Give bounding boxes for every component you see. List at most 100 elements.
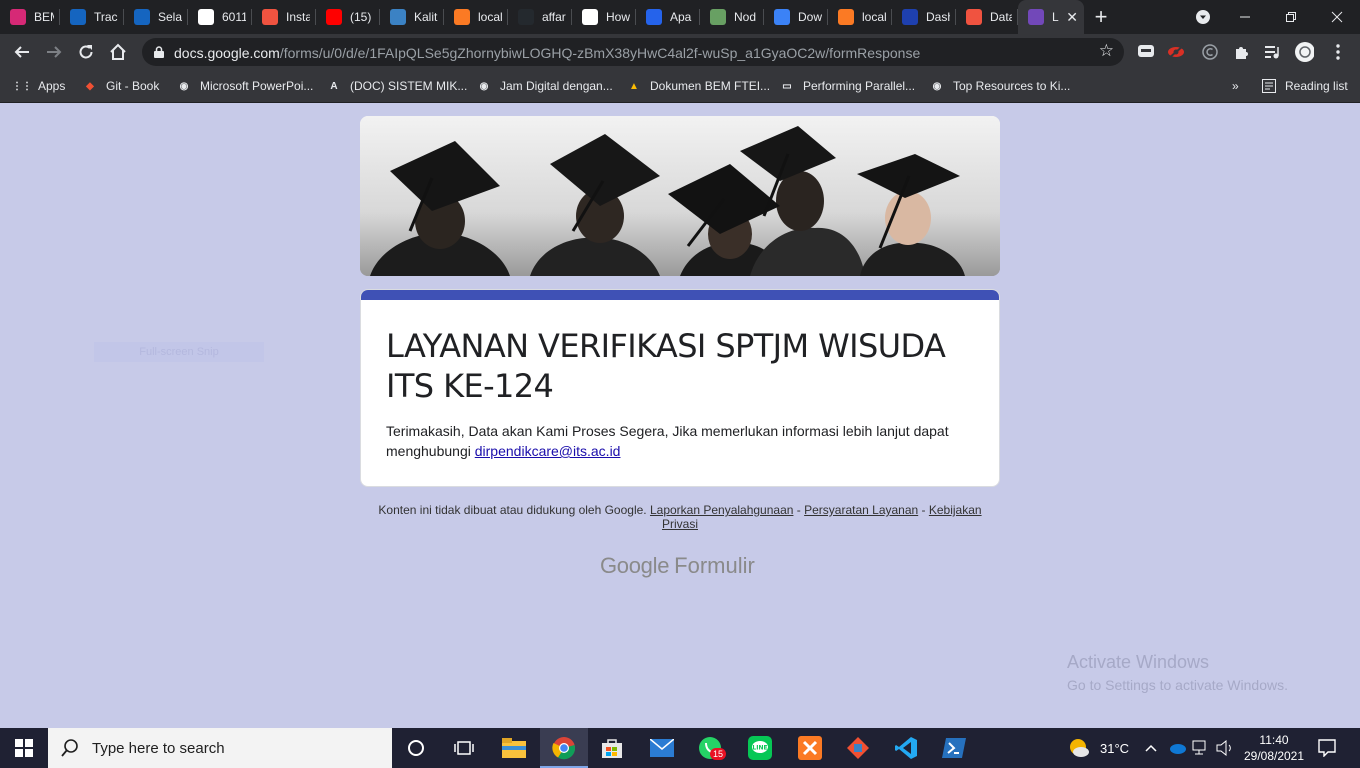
xampp-icon[interactable] [786, 728, 834, 768]
its-icon [134, 9, 150, 25]
confirmation-message: Terimakasih, Data akan Kami Proses Seger… [386, 421, 981, 461]
globe-icon: ◉ [479, 80, 489, 92]
browser-tab[interactable]: Insta [252, 0, 316, 34]
bookmark-item[interactable]: A (DOC) SISTEM MIK... [326, 76, 467, 96]
vscode-icon[interactable] [882, 728, 930, 768]
bookmark-item[interactable]: ▭ Performing Parallel... [779, 76, 915, 96]
eye-off-extension-icon[interactable] [1166, 42, 1186, 62]
google-forms-logo[interactable]: Google Formulir [600, 553, 755, 579]
browser-tab[interactable]: L ✕ [1018, 0, 1084, 34]
browser-tab[interactable]: Dow [764, 0, 828, 34]
report-abuse-link[interactable]: Laporkan Penyalahgunaan [650, 503, 793, 517]
bookmark-item[interactable]: ◉ Microsoft PowerPoi... [176, 76, 314, 96]
globe-icon [582, 9, 598, 25]
xampp-icon [838, 9, 854, 25]
whatsapp-badge: 15 [710, 748, 727, 760]
restore-icon[interactable] [1268, 0, 1314, 34]
git-gui-icon[interactable] [834, 728, 882, 768]
new-tab-button[interactable]: + [1084, 0, 1118, 34]
browser-tab[interactable]: Track [60, 0, 124, 34]
windows-taskbar: Type here to search 15 LINE 31°C 11:40 2… [0, 728, 1360, 768]
terms-link[interactable]: Persyaratan Layanan [804, 503, 918, 517]
snip-tooltip: Full-screen Snip [94, 342, 264, 362]
start-button[interactable] [0, 728, 48, 768]
bookmarks-more-button[interactable]: » [1232, 76, 1239, 96]
git-icon: ◆ [86, 80, 94, 92]
line-extension-icon[interactable] [1136, 42, 1156, 62]
browser-tab[interactable]: Nod [700, 0, 764, 34]
bookmark-label: Dokumen BEM FTEI... [650, 79, 771, 93]
kalita-icon [390, 9, 406, 25]
browser-tab[interactable]: affar [508, 0, 572, 34]
laravel-icon [966, 9, 982, 25]
activate-title: Activate Windows [1067, 652, 1210, 672]
browser-tab[interactable]: Kalit [380, 0, 444, 34]
browser-tab[interactable]: Apa [636, 0, 700, 34]
browser-tab[interactable]: Dash [892, 0, 956, 34]
chrome-taskbar-icon[interactable] [540, 728, 588, 768]
bookmark-item[interactable]: ◉ Jam Digital dengan... [476, 76, 613, 96]
weather-widget[interactable]: 31°C [1068, 728, 1129, 768]
tab-title: How [606, 10, 630, 24]
form-header-image [360, 116, 1000, 276]
bookmark-item[interactable]: ◆ Git - Book [82, 76, 159, 96]
card-accent-bar [361, 290, 999, 300]
reload-icon[interactable] [72, 38, 100, 66]
profile-avatar-icon[interactable] [1294, 42, 1314, 62]
bookmark-item[interactable]: ⋮⋮ Apps [12, 76, 65, 96]
store-icon[interactable] [588, 728, 636, 768]
browser-tab[interactable]: Selan [124, 0, 188, 34]
browser-tab[interactable]: local [828, 0, 892, 34]
task-view-icon[interactable] [440, 728, 488, 768]
weather-sun-icon [1070, 739, 1089, 757]
bookmark-item[interactable]: ◉ Top Resources to Ki... [929, 76, 1071, 96]
logo-google-text: Google [600, 553, 670, 578]
powershell-icon[interactable] [930, 728, 978, 768]
chrome-menu-icon[interactable] [1328, 42, 1348, 62]
onedrive-icon[interactable] [1168, 728, 1186, 768]
youtube-icon [326, 9, 342, 25]
clock[interactable]: 11:40 29/08/2021 [1240, 728, 1308, 768]
tab-title: L [1052, 10, 1059, 24]
its-icon [70, 9, 86, 25]
back-icon[interactable] [8, 38, 36, 66]
tab-title: (15) [350, 10, 372, 24]
lock-icon[interactable] [154, 46, 164, 58]
url-text[interactable]: docs.google.com/forms/u/0/d/e/1FAIpQLSe5… [174, 45, 920, 61]
home-icon[interactable] [104, 38, 132, 66]
bookmark-item[interactable]: ▲ Dokumen BEM FTEI... [626, 76, 770, 96]
email-link[interactable]: dirpendikcare@its.ac.id [475, 443, 621, 459]
browser-tab[interactable]: local [444, 0, 508, 34]
cortana-icon[interactable] [392, 728, 440, 768]
google-icon [198, 9, 214, 25]
taskbar-search[interactable]: Type here to search [48, 728, 392, 768]
browser-tab[interactable]: BEM [0, 0, 60, 34]
show-hidden-icons[interactable] [1145, 728, 1157, 768]
notification-center-icon[interactable] [1318, 728, 1336, 768]
bookmark-star-icon[interactable]: ☆ [1099, 41, 1114, 61]
search-placeholder: Type here to search [92, 739, 225, 757]
browser-tab[interactable]: Data [956, 0, 1018, 34]
volume-icon[interactable] [1216, 728, 1234, 768]
forward-icon[interactable] [40, 38, 68, 66]
c-extension-icon[interactable] [1200, 42, 1220, 62]
network-icon[interactable] [1192, 728, 1210, 768]
address-bar[interactable]: docs.google.com/forms/u/0/d/e/1FAIpQLSe5… [142, 38, 1124, 66]
line-app-icon[interactable]: LINE [736, 728, 784, 768]
media-queue-icon[interactable] [1262, 42, 1282, 62]
browser-tab[interactable]: 6011 [188, 0, 252, 34]
tab-search-icon[interactable] [1180, 0, 1226, 34]
tab-title: local [862, 10, 886, 24]
reading-list-button[interactable]: Reading list [1261, 76, 1348, 96]
close-window-icon[interactable] [1314, 0, 1360, 34]
close-tab-icon[interactable]: ✕ [1066, 9, 1078, 26]
logo-product-text: Formulir [674, 553, 755, 578]
puzzle-extensions-icon[interactable] [1232, 42, 1252, 62]
file-explorer-icon[interactable] [490, 728, 538, 768]
minimize-icon[interactable] [1222, 0, 1268, 34]
browser-tab[interactable]: (15) [316, 0, 380, 34]
tab-title: Selan [158, 10, 182, 24]
mail-icon[interactable] [638, 728, 686, 768]
whatsapp-icon[interactable]: 15 [686, 728, 734, 768]
browser-tab[interactable]: How [572, 0, 636, 34]
